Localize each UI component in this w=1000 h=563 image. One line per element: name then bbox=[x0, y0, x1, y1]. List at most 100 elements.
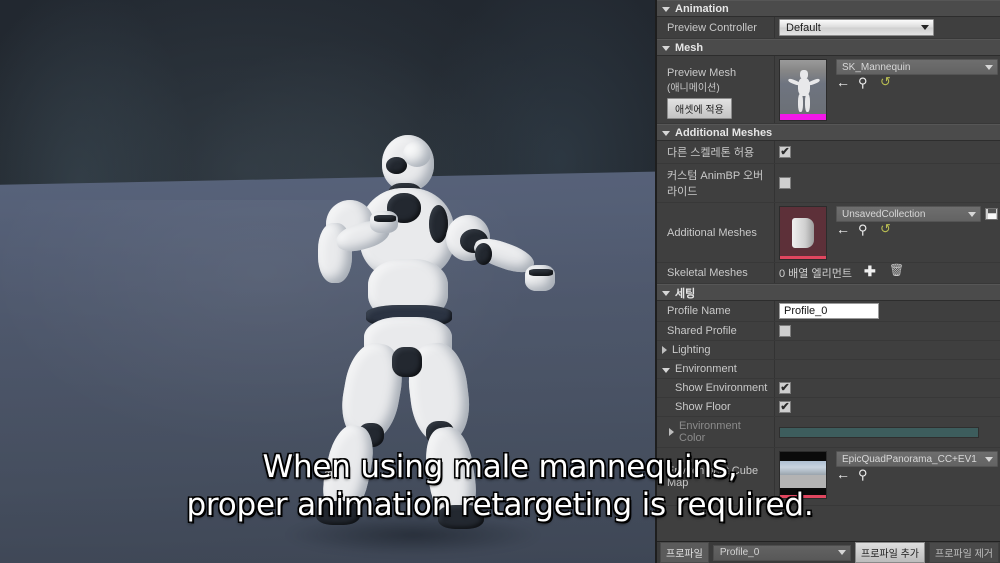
check-icon: ✔ bbox=[780, 401, 790, 413]
row-show-floor: Show Floor ✔ bbox=[657, 398, 1000, 417]
row-environment-color: Environment Color bbox=[657, 417, 1000, 448]
mannequin-elbow-joint-left bbox=[475, 243, 492, 265]
chevron-down-icon bbox=[662, 291, 670, 296]
label-environment-group: Environment bbox=[657, 360, 775, 378]
check-icon: ✔ bbox=[780, 146, 790, 158]
profile-dropdown[interactable]: Profile_0 bbox=[712, 544, 852, 561]
back-arrow-icon[interactable] bbox=[836, 466, 850, 483]
label-custom-animbp-override: 커스텀 AnimBP 오버라이드 bbox=[657, 164, 775, 202]
panel-scroll-area[interactable]: Animation Preview Controller Default Mes… bbox=[657, 0, 1000, 541]
profile-name-input[interactable]: Profile_0 bbox=[779, 303, 879, 319]
preview-scene-settings-panel: Animation Preview Controller Default Mes… bbox=[655, 0, 1000, 563]
chevron-right-icon bbox=[669, 428, 674, 436]
mannequin-boot-left bbox=[438, 505, 484, 529]
label-preview-mesh-block: Preview Mesh (애니메이션) 애셋에 적용 bbox=[657, 56, 775, 123]
chevron-down-icon bbox=[921, 25, 929, 30]
plus-icon[interactable] bbox=[864, 263, 877, 280]
thumbnail-mannequin-leg-right bbox=[805, 94, 810, 112]
reset-arrow-icon[interactable] bbox=[880, 74, 893, 91]
profile-toolbar: 프로파일 Profile_0 프로파일 추가 프로파일 제거 bbox=[657, 541, 1000, 563]
environment-cube-map-value: EpicQuadPanorama_CC+EV1 bbox=[842, 453, 977, 465]
back-arrow-icon[interactable] bbox=[836, 221, 850, 238]
chevron-down-icon bbox=[662, 7, 670, 12]
chevron-down-icon bbox=[968, 211, 976, 217]
check-icon: ✔ bbox=[780, 382, 790, 394]
thumbnail-mannequin-leg-left bbox=[798, 94, 803, 112]
show-environment-checkbox[interactable]: ✔ bbox=[779, 382, 791, 394]
trash-icon[interactable] bbox=[889, 263, 904, 280]
row-environment-cube-map: Environment Cube Map EpicQuadPanorama_CC… bbox=[657, 448, 1000, 506]
row-preview-controller: Preview Controller Default bbox=[657, 17, 1000, 39]
profile-label: 프로파일 bbox=[660, 542, 709, 563]
magnifier-icon[interactable] bbox=[858, 75, 871, 91]
row-profile-name: Profile Name Profile_0 bbox=[657, 301, 1000, 322]
remove-profile-button[interactable]: 프로파일 제거 bbox=[929, 542, 999, 563]
thumbnail-mannequin-arm-right bbox=[807, 77, 821, 87]
section-header-additional-meshes[interactable]: Additional Meshes bbox=[657, 124, 1000, 141]
thumbnail-accent-bar bbox=[780, 495, 826, 498]
section-header-mesh[interactable]: Mesh bbox=[657, 39, 1000, 56]
preview-mesh-action-icons bbox=[836, 74, 998, 91]
section-title-settings: 세팅 bbox=[675, 287, 696, 300]
mannequin-knuckles-right bbox=[374, 215, 396, 222]
label-allow-different-skeletons: 다른 스켈레톤 허용 bbox=[657, 141, 775, 163]
section-title-animation: Animation bbox=[675, 2, 729, 15]
additional-meshes-dropdown[interactable]: UnsavedCollection bbox=[836, 206, 981, 222]
label-environment-color: Environment Color bbox=[679, 420, 741, 444]
environment-color-swatch[interactable] bbox=[779, 426, 979, 438]
back-arrow-icon[interactable] bbox=[836, 74, 850, 91]
label-additional-meshes: Additional Meshes bbox=[657, 203, 775, 262]
chevron-down-icon bbox=[838, 550, 847, 555]
panorama-sky bbox=[780, 461, 826, 475]
environment-cube-map-action-icons bbox=[836, 466, 998, 483]
label-environment-color-group: Environment Color bbox=[657, 417, 775, 447]
label-shared-profile: Shared Profile bbox=[657, 322, 775, 340]
row-lighting[interactable]: Lighting bbox=[657, 341, 1000, 360]
add-profile-button[interactable]: 프로파일 추가 bbox=[855, 542, 926, 563]
skeletal-meshes-value: 0 배열 엘리먼트 bbox=[779, 268, 852, 280]
section-header-settings[interactable]: 세팅 bbox=[657, 284, 1000, 301]
row-environment[interactable]: Environment bbox=[657, 360, 1000, 379]
preview-controller-dropdown[interactable]: Default bbox=[779, 19, 934, 36]
label-preview-mesh-sub: (애니메이션) bbox=[667, 83, 720, 94]
save-icon[interactable] bbox=[985, 208, 998, 220]
panorama-ground bbox=[780, 475, 826, 488]
mannequin-knuckles-left bbox=[529, 269, 553, 276]
chevron-down-icon bbox=[985, 456, 993, 462]
show-floor-checkbox[interactable]: ✔ bbox=[779, 401, 791, 413]
magnifier-icon[interactable] bbox=[858, 222, 871, 238]
label-show-environment: Show Environment bbox=[657, 379, 775, 397]
row-show-environment: Show Environment ✔ bbox=[657, 379, 1000, 398]
environment-cube-map-thumbnail[interactable] bbox=[779, 451, 827, 499]
allow-different-skeletons-checkbox[interactable]: ✔ bbox=[779, 146, 791, 158]
label-skeletal-meshes: Skeletal Meshes bbox=[657, 263, 775, 283]
section-title-additional-meshes: Additional Meshes bbox=[675, 126, 773, 139]
thumbnail-accent-bar bbox=[780, 114, 826, 120]
label-profile-name: Profile Name bbox=[657, 301, 775, 321]
preview-mesh-asset-dropdown[interactable]: SK_Mannequin bbox=[836, 59, 998, 75]
shared-profile-checkbox[interactable] bbox=[779, 325, 791, 337]
section-header-animation[interactable]: Animation bbox=[657, 0, 1000, 17]
mannequin-head-crest bbox=[403, 141, 431, 167]
environment-cube-map-dropdown[interactable]: EpicQuadPanorama_CC+EV1 bbox=[836, 451, 998, 467]
preview-mesh-asset-value: SK_Mannequin bbox=[842, 61, 911, 73]
row-custom-animbp-override: 커스텀 AnimBP 오버라이드 bbox=[657, 164, 1000, 203]
additional-meshes-thumbnail[interactable] bbox=[779, 206, 827, 260]
animation-preview-viewport[interactable] bbox=[0, 0, 655, 563]
mannequin-crotch-detail bbox=[392, 347, 422, 377]
skeletal-mesh-mannequin[interactable] bbox=[270, 125, 580, 555]
thumbnail-accent-bar bbox=[780, 256, 826, 259]
apply-to-asset-button[interactable]: 애셋에 적용 bbox=[667, 98, 732, 119]
reset-arrow-icon[interactable] bbox=[880, 221, 893, 238]
label-lighting: Lighting bbox=[672, 344, 711, 356]
preview-mesh-thumbnail[interactable] bbox=[779, 59, 827, 121]
row-shared-profile: Shared Profile bbox=[657, 322, 1000, 341]
magnifier-icon[interactable] bbox=[858, 467, 871, 483]
row-allow-different-skeletons: 다른 스켈레톤 허용 ✔ bbox=[657, 141, 1000, 164]
custom-animbp-override-checkbox[interactable] bbox=[779, 177, 791, 189]
additional-meshes-action-icons bbox=[836, 221, 998, 238]
label-preview-mesh: Preview Mesh bbox=[667, 67, 737, 79]
row-skeletal-meshes: Skeletal Meshes 0 배열 엘리먼트 bbox=[657, 263, 1000, 284]
row-preview-mesh: Preview Mesh (애니메이션) 애셋에 적용 SK_Mannequin… bbox=[657, 56, 1000, 124]
chevron-down-icon bbox=[662, 46, 670, 51]
